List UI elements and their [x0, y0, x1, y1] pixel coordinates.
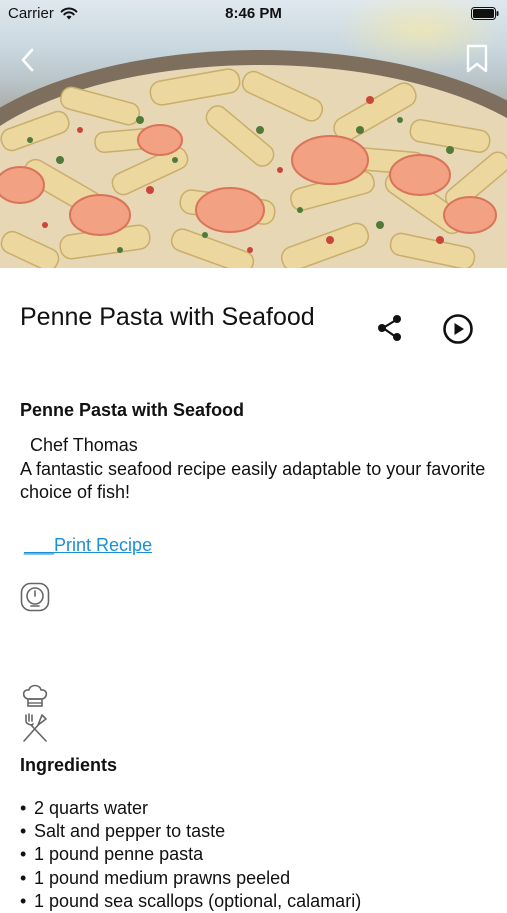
share-icon: [378, 315, 401, 341]
list-item: 1 pound medium prawns peeled: [20, 867, 361, 890]
list-item: 1 pound sea scallops (optional, calamari…: [20, 890, 361, 913]
recipe-title: Penne Pasta with Seafood: [20, 303, 315, 331]
bookmark-button[interactable]: [465, 44, 489, 74]
list-item: Salt and pepper to taste: [20, 820, 361, 843]
print-recipe-link[interactable]: ___Print Recipe: [24, 535, 152, 556]
list-item: 2 quarts water: [20, 797, 361, 820]
list-item: 1 pound penne pasta: [20, 843, 361, 866]
hero-image: [0, 0, 507, 268]
status-bar: Carrier 8:46 PM: [0, 0, 507, 28]
ingredients-list: 2 quarts water Salt and pepper to taste …: [20, 797, 361, 913]
fork-knife-icon: [23, 713, 47, 742]
status-time: 8:46 PM: [225, 5, 282, 22]
timer-icon: [20, 582, 50, 612]
ingredients-heading: Ingredients: [20, 755, 118, 775]
play-video-button[interactable]: [441, 312, 475, 346]
chevron-left-icon: [21, 48, 34, 72]
chef-name: Chef Thomas: [30, 435, 138, 455]
chef-hat-icon: [22, 684, 48, 707]
back-button[interactable]: [16, 46, 42, 74]
recipe-description: A fantastic seafood recipe easily adapta…: [20, 459, 486, 502]
pasta-illustration: [0, 50, 507, 268]
play-circle-icon: [443, 314, 473, 344]
share-button[interactable]: [374, 312, 406, 344]
recipe-subtitle: Penne Pasta with Seafood: [20, 400, 245, 420]
battery-icon: [471, 7, 499, 20]
bookmark-icon: [466, 44, 488, 73]
